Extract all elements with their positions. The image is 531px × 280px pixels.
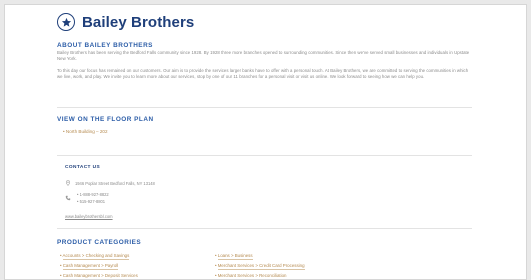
floor-plan-heading: VIEW ON THE FLOOR PLAN	[57, 116, 154, 123]
business-profile-page: Bailey Brothers ABOUT BAILEY BROTHERS Ba…	[4, 4, 527, 280]
location-pin-icon	[65, 180, 71, 186]
floor-plan-link[interactable]: • North Building – 202	[63, 129, 108, 134]
about-paragraph-2: To this day our focus has remained on ou…	[57, 68, 469, 80]
page-title: Bailey Brothers	[82, 13, 195, 31]
category-link[interactable]: • Accounts > Checking and Savings	[60, 253, 130, 260]
about-paragraph-1: Bailey Brothers has been serving the Bed…	[57, 50, 470, 62]
category-link[interactable]: • Merchant Services > Credit Card Proces…	[215, 263, 305, 270]
section-divider	[57, 107, 472, 108]
category-link[interactable]: • Cash Management > Deposit Services	[60, 273, 138, 279]
category-link[interactable]: • Merchant Services > Reconciliation	[215, 273, 287, 279]
brand-header: Bailey Brothers	[57, 13, 194, 31]
phone-icon	[65, 195, 71, 201]
contact-phone-2[interactable]: • 515-927-8801	[77, 199, 105, 204]
star-icon	[57, 13, 75, 31]
contact-website-link[interactable]: www.baileybrothersbl.com	[65, 214, 113, 219]
category-link[interactable]: • Loans > Business	[215, 253, 253, 260]
contact-phone-1[interactable]: • 1-888-927-8822	[77, 192, 109, 197]
floor-plan-link-label: North Building – 202	[65, 129, 108, 134]
contact-card: CONTACT US 1946 Poplar Street Bedford Fa…	[57, 155, 472, 229]
contact-heading: CONTACT US	[65, 165, 101, 170]
categories-heading: PRODUCT CATEGORIES	[57, 239, 142, 246]
category-link[interactable]: • Cash Management > Payroll	[60, 263, 119, 270]
contact-address: 1946 Poplar Street Bedford Falls, NY 131…	[75, 181, 155, 186]
about-heading: ABOUT BAILEY BROTHERS	[57, 42, 153, 49]
